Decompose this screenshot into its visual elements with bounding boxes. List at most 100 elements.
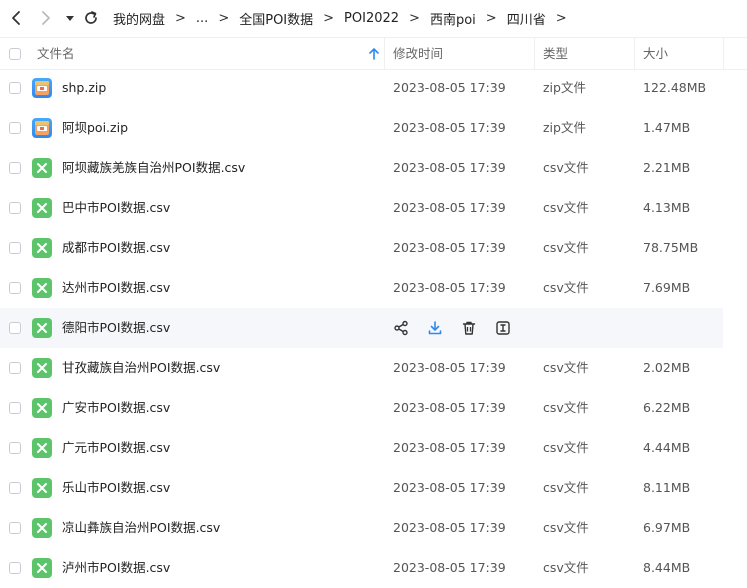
row-checkbox[interactable] bbox=[9, 362, 21, 374]
file-modified-time: 2023-08-05 17:39 bbox=[393, 120, 506, 135]
file-type: csv文件 bbox=[543, 280, 589, 295]
back-button[interactable] bbox=[7, 9, 25, 27]
column-divider[interactable] bbox=[384, 38, 385, 69]
table-row[interactable]: 乐山市POI数据.csv 2023-08-05 17:39 csv文件 8.11MB bbox=[0, 468, 747, 508]
table-row[interactable]: 凉山彝族自治州POI数据.csv 2023-08-05 17:39 csv文件 6.9… bbox=[0, 508, 747, 548]
table-row[interactable]: 广安市POI数据.csv 2023-08-05 17:39 csv文件 6.22MB bbox=[0, 388, 747, 428]
history-dropdown-button[interactable] bbox=[61, 9, 79, 27]
file-size: 122.48MB bbox=[643, 80, 707, 95]
column-divider[interactable] bbox=[723, 38, 724, 69]
file-name[interactable]: 凉山彝族自治州POI数据.csv bbox=[62, 508, 220, 548]
file-name[interactable]: 广安市POI数据.csv bbox=[62, 388, 170, 428]
column-divider[interactable] bbox=[534, 38, 535, 69]
file-modified-time: 2023-08-05 17:39 bbox=[393, 480, 506, 495]
file-name[interactable]: 阿坝poi.zip bbox=[62, 108, 128, 148]
row-checkbox[interactable] bbox=[9, 522, 21, 534]
refresh-button[interactable] bbox=[82, 9, 100, 27]
delete-icon bbox=[461, 320, 477, 336]
file-type: csv文件 bbox=[543, 560, 589, 575]
file-name[interactable]: 甘孜藏族自治州POI数据.csv bbox=[62, 348, 220, 388]
chevron-left-icon bbox=[12, 11, 20, 25]
file-name[interactable]: 乐山市POI数据.csv bbox=[62, 468, 170, 508]
column-header-size[interactable]: 大小 bbox=[643, 38, 668, 69]
row-checkbox[interactable] bbox=[9, 122, 21, 134]
row-checkbox[interactable] bbox=[9, 162, 21, 174]
file-name[interactable]: shp.zip bbox=[62, 68, 106, 108]
file-size: 8.44MB bbox=[643, 560, 691, 575]
file-size: 8.11MB bbox=[643, 480, 691, 495]
rename-button[interactable] bbox=[494, 319, 512, 337]
rename-icon bbox=[495, 320, 511, 336]
breadcrumb-item[interactable]: 全国POI数据 bbox=[239, 9, 313, 28]
table-row[interactable]: 巴中市POI数据.csv 2023-08-05 17:39 csv文件 4.13MB bbox=[0, 188, 747, 228]
forward-button[interactable] bbox=[37, 9, 55, 27]
csv-icon bbox=[32, 198, 52, 218]
file-name[interactable]: 阿坝藏族羌族自治州POI数据.csv bbox=[62, 148, 245, 188]
file-size: 78.75MB bbox=[643, 240, 699, 255]
table-row[interactable]: 广元市POI数据.csv 2023-08-05 17:39 csv文件 4.44MB bbox=[0, 428, 747, 468]
column-header-name[interactable]: 文件名 bbox=[37, 38, 75, 69]
table-row[interactable]: 泸州市POI数据.csv 2023-08-05 17:39 csv文件 8.44MB bbox=[0, 548, 747, 588]
file-type: zip文件 bbox=[543, 120, 586, 135]
breadcrumb-separator-icon: > bbox=[555, 10, 567, 26]
file-type: csv文件 bbox=[543, 520, 589, 535]
table-row[interactable]: 阿坝藏族羌族自治州POI数据.csv 2023-08-05 17:39 csv文件 2… bbox=[0, 148, 747, 188]
file-modified-time: 2023-08-05 17:39 bbox=[393, 240, 506, 255]
file-name[interactable]: 广元市POI数据.csv bbox=[62, 428, 170, 468]
row-checkbox[interactable] bbox=[9, 442, 21, 454]
row-checkbox[interactable] bbox=[9, 562, 21, 574]
table-row[interactable]: 德阳市POI数据.csv bbox=[0, 308, 723, 348]
file-modified-time: 2023-08-05 17:39 bbox=[393, 200, 506, 215]
sort-ascending-icon[interactable] bbox=[368, 46, 380, 65]
csv-icon bbox=[32, 318, 52, 338]
table-row[interactable]: 达州市POI数据.csv 2023-08-05 17:39 csv文件 7.69MB bbox=[0, 268, 747, 308]
zip-icon bbox=[32, 78, 52, 98]
share-icon bbox=[393, 320, 409, 336]
row-checkbox[interactable] bbox=[9, 322, 21, 334]
delete-button[interactable] bbox=[460, 319, 478, 337]
row-checkbox[interactable] bbox=[9, 82, 21, 94]
file-list-header: 文件名 修改时间 类型 大小 bbox=[0, 37, 747, 70]
toolbar: 我的网盘 > ... > 全国POI数据 > POI2022 > 西南poi >… bbox=[0, 0, 747, 36]
file-modified-time: 2023-08-05 17:39 bbox=[393, 400, 506, 415]
share-button[interactable] bbox=[392, 319, 410, 337]
breadcrumb-item[interactable]: 我的网盘 bbox=[113, 9, 165, 28]
breadcrumb-item[interactable]: ... bbox=[196, 11, 208, 26]
download-button[interactable] bbox=[426, 319, 444, 337]
row-checkbox[interactable] bbox=[9, 202, 21, 214]
column-header-modified[interactable]: 修改时间 bbox=[393, 38, 443, 69]
row-checkbox[interactable] bbox=[9, 482, 21, 494]
file-size: 4.44MB bbox=[643, 440, 691, 455]
file-name[interactable]: 成都市POI数据.csv bbox=[62, 228, 170, 268]
table-row[interactable]: 甘孜藏族自治州POI数据.csv 2023-08-05 17:39 csv文件 2.0… bbox=[0, 348, 747, 388]
breadcrumb-item-current[interactable]: 四川省 bbox=[507, 9, 546, 28]
column-divider[interactable] bbox=[634, 38, 635, 69]
zip-icon bbox=[32, 118, 52, 138]
csv-icon bbox=[32, 158, 52, 178]
download-icon bbox=[427, 320, 443, 336]
row-checkbox[interactable] bbox=[9, 282, 21, 294]
refresh-icon bbox=[85, 11, 97, 24]
select-all-checkbox[interactable] bbox=[9, 48, 21, 60]
file-modified-time: 2023-08-05 17:39 bbox=[393, 160, 506, 175]
file-modified-time: 2023-08-05 17:39 bbox=[393, 520, 506, 535]
column-header-type[interactable]: 类型 bbox=[543, 38, 568, 69]
row-checkbox[interactable] bbox=[9, 402, 21, 414]
table-row[interactable]: 成都市POI数据.csv 2023-08-05 17:39 csv文件 78.75MB bbox=[0, 228, 747, 268]
file-type: zip文件 bbox=[543, 80, 586, 95]
caret-down-icon bbox=[66, 16, 74, 21]
breadcrumb-separator-icon: > bbox=[409, 10, 420, 26]
file-name[interactable]: 泸州市POI数据.csv bbox=[62, 548, 170, 588]
breadcrumb-item[interactable]: 西南poi bbox=[430, 9, 476, 28]
file-name[interactable]: 巴中市POI数据.csv bbox=[62, 188, 170, 228]
table-row[interactable]: shp.zip 2023-08-05 17:39 zip文件 122.48MB bbox=[0, 68, 747, 108]
file-type: csv文件 bbox=[543, 400, 589, 415]
file-type: csv文件 bbox=[543, 360, 589, 375]
file-size: 2.21MB bbox=[643, 160, 691, 175]
csv-icon bbox=[32, 478, 52, 498]
row-checkbox[interactable] bbox=[9, 242, 21, 254]
file-name[interactable]: 达州市POI数据.csv bbox=[62, 268, 170, 308]
file-name[interactable]: 德阳市POI数据.csv bbox=[62, 308, 170, 348]
table-row[interactable]: 阿坝poi.zip 2023-08-05 17:39 zip文件 1.47MB bbox=[0, 108, 747, 148]
breadcrumb-item[interactable]: POI2022 bbox=[344, 11, 399, 26]
